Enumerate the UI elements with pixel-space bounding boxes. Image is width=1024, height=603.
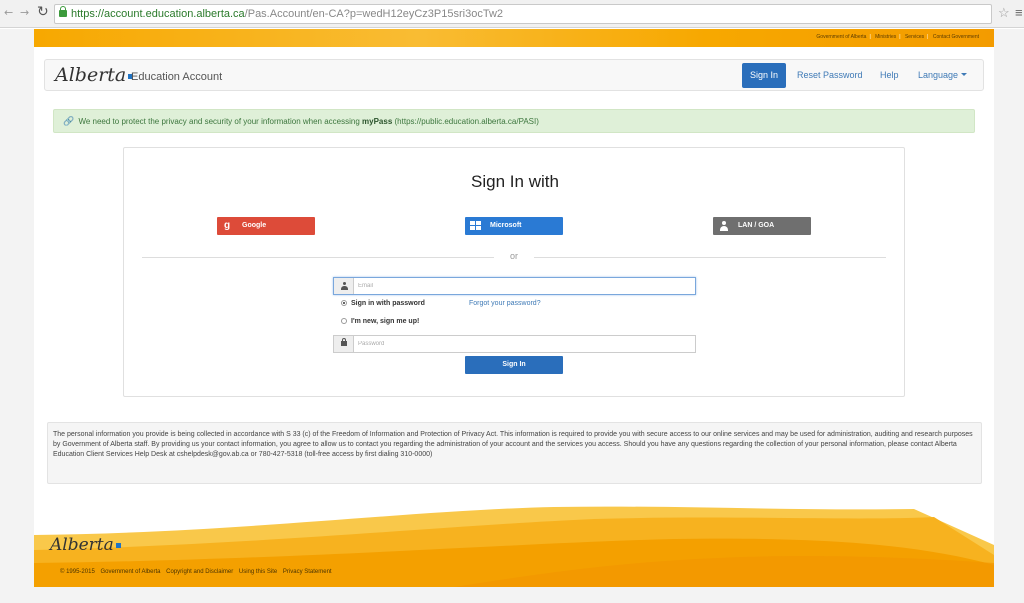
- gov-link-contact[interactable]: Contact Government: [930, 34, 982, 40]
- alert-text: We need to protect the privacy and secur…: [78, 117, 360, 126]
- alert-mypass: myPass: [362, 117, 393, 126]
- page-bottom: [0, 587, 1024, 603]
- nav-signin-button[interactable]: Sign In: [742, 63, 786, 88]
- google-signin-button[interactable]: g Google: [217, 217, 315, 235]
- privacy-disclaimer: The personal information you provide is …: [47, 422, 982, 484]
- footer-link-privacy[interactable]: Privacy Statement: [283, 569, 332, 575]
- lock-icon: [59, 6, 67, 17]
- forward-icon[interactable]: →: [20, 6, 29, 19]
- user-icon: [720, 221, 728, 231]
- lan-goa-signin-button[interactable]: LAN / GOA: [713, 217, 811, 235]
- bookmark-star-icon[interactable]: ☆: [998, 5, 1010, 21]
- browser-toolbar: ← → ↻ https://account.education.alberta.…: [0, 0, 1024, 28]
- or-separator: or: [509, 251, 518, 261]
- radio-unselected-icon: [341, 318, 347, 324]
- gov-link-services[interactable]: Services: [902, 34, 927, 40]
- divider-right: [534, 257, 886, 258]
- email-field: [333, 277, 696, 295]
- caret-down-icon: [961, 73, 968, 76]
- privacy-alert: 🔗 We need to protect the privacy and sec…: [53, 109, 975, 133]
- url-path: /Pas.Account/en-CA?p=wedH12eyCz3P15sri3o…: [244, 8, 504, 20]
- divider-left: [142, 257, 494, 258]
- back-icon[interactable]: ←: [4, 6, 13, 19]
- gov-link-goa[interactable]: Government of Alberta: [813, 34, 869, 40]
- radio-new-user[interactable]: I'm new, sign me up!: [341, 318, 419, 325]
- email-addon: [334, 278, 354, 294]
- government-header-strip: Government of Alberta | Ministries | Servi…: [34, 29, 994, 47]
- email-input[interactable]: [358, 279, 688, 293]
- reload-icon[interactable]: ↻: [37, 4, 49, 20]
- footer-link-goa[interactable]: Government of Alberta: [100, 569, 160, 575]
- signin-title: Sign In with: [471, 172, 559, 191]
- browser-menu-icon[interactable]: ≡: [1015, 5, 1023, 20]
- password-addon: [334, 336, 354, 352]
- footer-link-copyright[interactable]: Copyright and Disclaimer: [166, 569, 233, 575]
- signin-panel: Sign In with g Google Microsoft LAN / GO…: [123, 147, 905, 397]
- navbar: Alberta Education Account Sign In Reset …: [44, 59, 984, 91]
- google-label: Google: [242, 222, 267, 229]
- footer-link-using-site[interactable]: Using this Site: [239, 569, 277, 575]
- reset-password-link[interactable]: Reset Password: [797, 70, 863, 80]
- app-title: Education Account: [131, 71, 223, 83]
- lock-icon: [341, 338, 347, 346]
- user-icon: [341, 282, 348, 290]
- footer-logo-text: Alberta: [50, 535, 114, 555]
- language-label: Language: [918, 70, 959, 80]
- address-bar[interactable]: https://account.education.alberta.ca/Pas…: [54, 4, 992, 24]
- password-field: [333, 335, 696, 353]
- url-host: https://account.education.alberta.ca: [71, 8, 245, 20]
- windows-icon: [470, 221, 482, 231]
- microsoft-signin-button[interactable]: Microsoft: [465, 217, 563, 235]
- alert-url: (https://public.education.alberta.ca/PAS…: [394, 117, 539, 126]
- link-icon: 🔗: [63, 116, 75, 126]
- radio-selected-icon: [341, 300, 347, 306]
- radio-signin-password[interactable]: Sign in with password: [341, 300, 425, 307]
- footer-alberta-logo[interactable]: Alberta: [50, 535, 121, 555]
- forgot-password-link[interactable]: Forgot your password?: [469, 300, 541, 307]
- signin-submit-button[interactable]: Sign In: [465, 356, 563, 374]
- radio-new-label: I'm new, sign me up!: [351, 318, 420, 325]
- footer-links: © 1995-2015 Government of Alberta Copyri…: [60, 569, 336, 575]
- language-dropdown[interactable]: Language: [918, 70, 968, 80]
- microsoft-label: Microsoft: [490, 222, 522, 229]
- radio-password-label: Sign in with password: [351, 300, 425, 307]
- footer-copyright: © 1995-2015: [60, 569, 95, 575]
- footer: Alberta © 1995-2015 Government of Albert…: [34, 505, 994, 587]
- gov-link-ministries[interactable]: Ministries: [872, 34, 899, 40]
- lan-label: LAN / GOA: [738, 222, 775, 229]
- alberta-logo[interactable]: Alberta: [55, 64, 134, 86]
- help-link[interactable]: Help: [880, 70, 899, 80]
- password-input[interactable]: [358, 337, 688, 351]
- google-icon: g: [224, 220, 231, 231]
- government-links: Government of Alberta | Ministries | Servi…: [813, 34, 982, 40]
- logo-text: Alberta: [55, 64, 127, 86]
